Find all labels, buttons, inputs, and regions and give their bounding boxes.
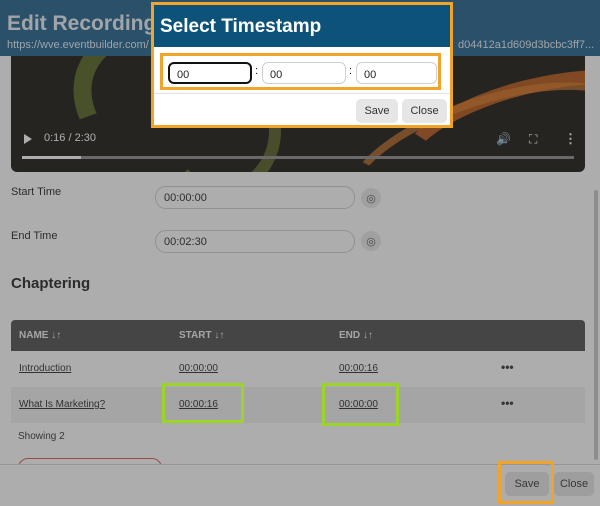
edit-recording-dialog: Edit Recording https://wve.eventbuilder.… xyxy=(0,0,600,506)
popup-divider xyxy=(154,93,450,94)
seconds-input[interactable] xyxy=(356,62,437,84)
popup-save-button[interactable]: Save xyxy=(356,99,398,123)
popup-title: Select Timestamp xyxy=(160,16,322,37)
time-separator: : xyxy=(349,65,353,77)
popup-close-button[interactable]: Close xyxy=(402,99,447,123)
highlight-start-cell xyxy=(162,383,244,423)
popup-header: Select Timestamp xyxy=(154,5,450,47)
timestamp-inputs: : : xyxy=(160,53,441,90)
select-timestamp-popup: Select Timestamp : : Save Close xyxy=(151,2,453,128)
time-separator: : xyxy=(255,65,259,77)
hours-input[interactable] xyxy=(168,62,252,84)
scrollbar[interactable] xyxy=(594,190,598,460)
highlight-save-button xyxy=(498,461,554,504)
minutes-input[interactable] xyxy=(262,62,346,84)
highlight-end-cell xyxy=(322,383,399,426)
